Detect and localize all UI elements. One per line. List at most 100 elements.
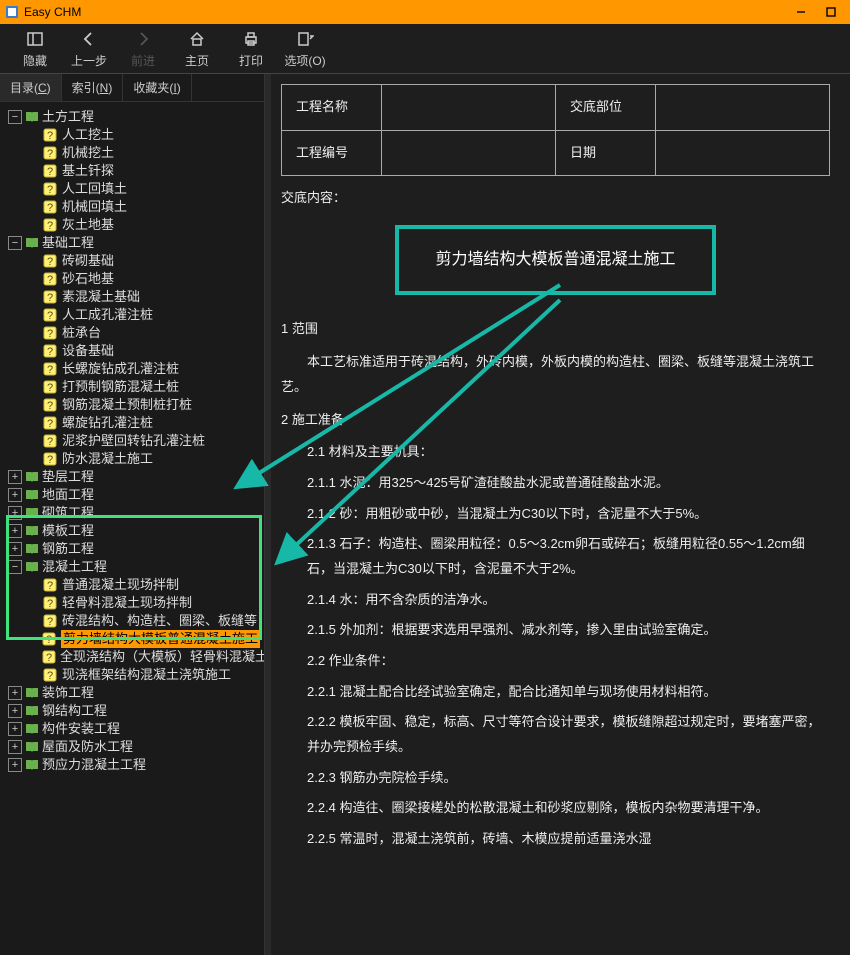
tree-item[interactable]: ?全现浇结构（大模板）轻骨料混凝土 [4,648,260,666]
tree-item[interactable]: ?防水混凝土施工 [4,450,260,468]
back-button[interactable]: 上一步 [62,26,116,72]
content-pane[interactable]: 工程名称 交底部位 工程编号 日期 交底内容： 剪力墙结构大模板普通混凝土施工 … [271,74,850,955]
cell-project-name-value [382,85,556,131]
expand-toggle-icon[interactable]: + [8,470,22,484]
options-button[interactable]: 选项(O) [278,26,332,72]
print-button[interactable]: 打印 [224,26,278,72]
tree-item-label: 基土钎探 [62,162,114,180]
tree-item[interactable]: ?桩承台 [4,324,260,342]
tree-item[interactable]: ?普通混凝土现场拌制 [4,576,260,594]
tree-group[interactable]: +构件安装工程 [4,720,260,738]
tree-item-label: 素混凝土基础 [62,288,140,306]
back-arrow-icon [80,28,98,50]
tree-item[interactable]: ?砂石地基 [4,270,260,288]
svg-text:?: ? [47,184,53,196]
expand-toggle-icon[interactable]: + [8,740,22,754]
tree-item-label: 泥浆护壁回转钻孔灌注桩 [62,432,205,450]
tree-group[interactable]: +钢结构工程 [4,702,260,720]
scope-heading: 1 范围 [281,317,830,342]
expand-toggle-icon[interactable]: − [8,236,22,250]
tree-group[interactable]: −基础工程 [4,234,260,252]
tree-group[interactable]: +地面工程 [4,486,260,504]
tree-group[interactable]: +砌筑工程 [4,504,260,522]
expand-toggle-icon[interactable]: − [8,110,22,124]
tree-item[interactable]: ?轻骨料混凝土现场拌制 [4,594,260,612]
doc-item: 2.2.4 构造往、圈梁接槎处的松散混凝土和砂浆应剔除，模板内杂物要清理干净。 [281,796,830,821]
svg-text:?: ? [47,346,53,358]
forward-button[interactable]: 前进 [116,26,170,72]
tree-item[interactable]: ?灰土地基 [4,216,260,234]
doc-item: 2.2.2 模板牢固、稳定，标高、尺寸等符合设计要求，模板缝隙超过规定时，要堵塞… [281,710,830,759]
help-page-icon: ? [42,200,58,214]
tree-group-label: 屋面及防水工程 [42,738,133,756]
help-page-icon: ? [42,182,58,196]
svg-text:?: ? [46,652,52,664]
tree-item[interactable]: ?钢筋混凝土预制桩打桩 [4,396,260,414]
expand-toggle-icon[interactable]: + [8,722,22,736]
tree-item[interactable]: ?长螺旋钻成孔灌注桩 [4,360,260,378]
expand-toggle-icon[interactable]: + [8,704,22,718]
expand-toggle-icon[interactable]: + [8,686,22,700]
cell-delivery-part-value [656,85,830,131]
tree-item[interactable]: ?螺旋钻孔灌注桩 [4,414,260,432]
tree-group[interactable]: +预应力混凝土工程 [4,756,260,774]
tree-item-label: 砂石地基 [62,270,114,288]
tree-item-label: 人工挖土 [62,126,114,144]
tree-group[interactable]: +垫层工程 [4,468,260,486]
print-icon [242,28,260,50]
tree-group[interactable]: −土方工程 [4,108,260,126]
book-icon [24,686,40,700]
svg-text:?: ? [47,166,53,178]
tab-favorites[interactable]: 收藏夹(I) [123,74,191,101]
maximize-button[interactable] [816,0,846,24]
help-page-icon: ? [42,596,58,610]
minimize-button[interactable] [786,0,816,24]
tree-item[interactable]: ?砖混结构、构造柱、圈梁、板缝等 [4,612,260,630]
tree-item[interactable]: ? 剪力墙结构大模板普通混凝土施工 [4,630,260,648]
tree-item[interactable]: ?现浇框架结构混凝土浇筑施工 [4,666,260,684]
hide-icon [26,28,44,50]
tree-item-label: 剪力墙结构大模板普通混凝土施工 [61,630,260,648]
expand-toggle-icon[interactable]: + [8,524,22,538]
help-page-icon: ? [42,218,58,232]
expand-toggle-icon[interactable]: + [8,542,22,556]
hide-button[interactable]: 隐藏 [8,26,62,72]
tree-item-label: 全现浇结构（大模板）轻骨料混凝土 [60,648,264,666]
tree-item[interactable]: ?机械挖土 [4,144,260,162]
book-icon [24,542,40,556]
expand-toggle-icon[interactable]: + [8,506,22,520]
svg-text:?: ? [46,634,52,646]
forward-arrow-icon [134,28,152,50]
tree-item[interactable]: ?素混凝土基础 [4,288,260,306]
tree-group[interactable]: + 屋面及防水工程 [4,738,260,756]
tree-group[interactable]: +钢筋工程 [4,540,260,558]
tree-item[interactable]: ?设备基础 [4,342,260,360]
expand-toggle-icon[interactable]: + [8,488,22,502]
home-button[interactable]: 主页 [170,26,224,72]
tree-item[interactable]: ?人工挖土 [4,126,260,144]
tree-item-label: 砖砌基础 [62,252,114,270]
tree-item[interactable]: ?泥浆护壁回转钻孔灌注桩 [4,432,260,450]
tree-group[interactable]: +装饰工程 [4,684,260,702]
book-icon [24,110,40,124]
table-row: 工程编号 日期 [282,130,830,176]
help-page-icon: ? [42,344,58,358]
tab-index[interactable]: 索引(N) [62,74,124,101]
help-page-icon: ? [42,452,58,466]
tree-item[interactable]: ?砖砌基础 [4,252,260,270]
tree-item[interactable]: ?人工成孔灌注桩 [4,306,260,324]
help-page-icon: ? [42,380,58,394]
contents-tree[interactable]: −土方工程?人工挖土?机械挖土?基土钎探?人工回填土?机械回填土?灰土地基−基础… [0,102,264,955]
expand-toggle-icon[interactable]: + [8,758,22,772]
tree-item[interactable]: ?人工回填土 [4,180,260,198]
tree-item[interactable]: ?打预制钢筋混凝土桩 [4,378,260,396]
tree-group[interactable]: +模板工程 [4,522,260,540]
book-icon [24,470,40,484]
tab-contents[interactable]: 目录(C) [0,74,62,101]
tree-item[interactable]: ? 基土钎探 [4,162,260,180]
expand-toggle-icon[interactable]: − [8,560,22,574]
tree-item[interactable]: ?机械回填土 [4,198,260,216]
help-page-icon: ? [42,578,58,592]
options-icon [296,28,314,50]
tree-group[interactable]: −混凝土工程 [4,558,260,576]
